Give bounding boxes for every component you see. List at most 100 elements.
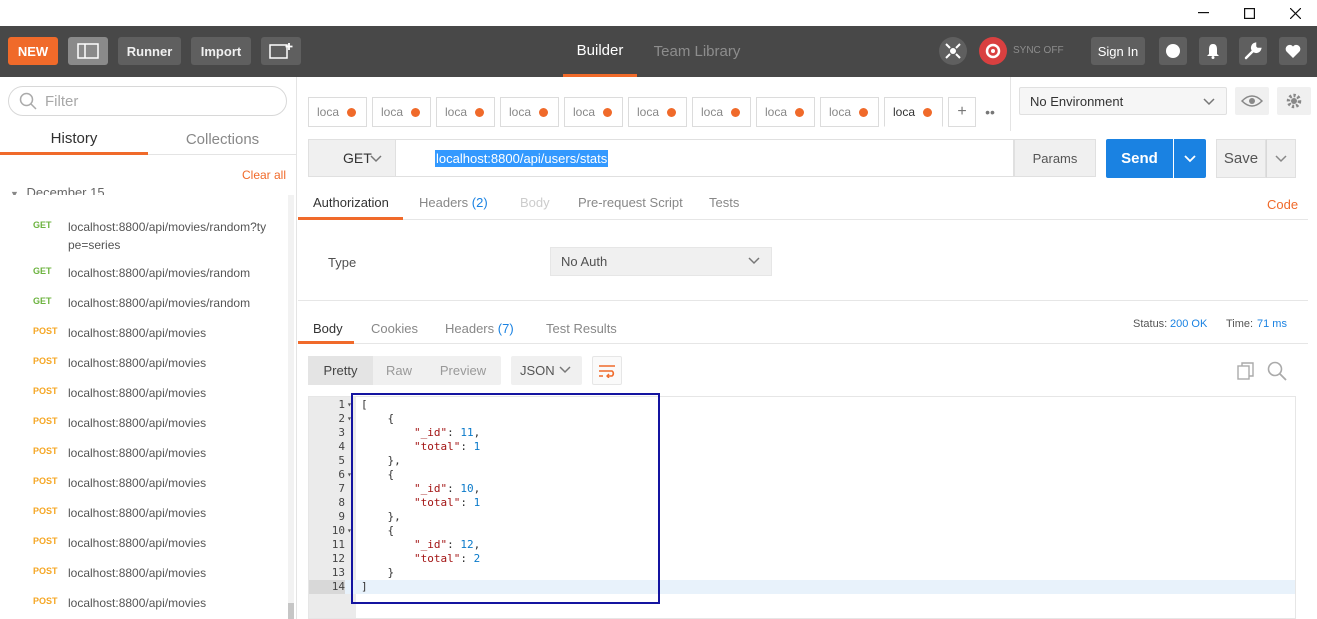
- import-button[interactable]: Import: [191, 37, 251, 65]
- chevron-down-icon: [559, 366, 571, 374]
- request-tab[interactable]: loca: [564, 97, 623, 127]
- request-tab[interactable]: loca: [500, 97, 559, 127]
- sync-button[interactable]: [979, 37, 1007, 65]
- list-item[interactable]: POST localhost:8800/api/movies: [0, 349, 290, 379]
- new-button[interactable]: NEW: [8, 37, 58, 65]
- list-item[interactable]: POST localhost:8800/api/movies: [0, 319, 290, 349]
- language-label: JSON: [520, 363, 555, 378]
- annotation-highlight-box: [351, 393, 660, 604]
- filter-input[interactable]: Filter: [8, 86, 287, 116]
- request-tab[interactable]: loca: [756, 97, 815, 127]
- toggle-sidebar-button[interactable]: [68, 37, 108, 65]
- clear-all-link[interactable]: Clear all: [242, 168, 286, 182]
- history-date-header[interactable]: ▼ December 15: [10, 185, 105, 195]
- save-button[interactable]: Save: [1216, 139, 1266, 178]
- list-item[interactable]: GET localhost:8800/api/movies/random: [0, 259, 290, 289]
- list-item[interactable]: POST localhost:8800/api/movies: [0, 379, 290, 409]
- wrap-lines-button[interactable]: [592, 356, 622, 385]
- list-item[interactable]: GET localhost:8800/api/movies/random: [0, 289, 290, 319]
- history-url-label: localhost:8800/api/movies/random: [68, 266, 251, 280]
- history-url-label: localhost:8800/api/movies/random?type=se…: [68, 220, 267, 252]
- list-item[interactable]: POST localhost:8800/api/movies: [0, 559, 290, 589]
- tab-prerequest-script[interactable]: Pre-request Script: [578, 195, 683, 210]
- tab-builder[interactable]: Builder: [563, 26, 637, 77]
- send-button[interactable]: Send: [1106, 139, 1173, 178]
- request-tab-label: loca: [509, 105, 532, 119]
- tab-authorization[interactable]: Authorization: [313, 195, 389, 210]
- subtabs-divider: [298, 219, 1308, 220]
- history-method-label: GET: [33, 266, 52, 276]
- tab-request-headers[interactable]: Headers (2): [419, 195, 488, 210]
- generate-code-link[interactable]: Code: [1267, 197, 1298, 212]
- request-tab[interactable]: loca: [884, 97, 943, 127]
- list-item[interactable]: GET localhost:8800/api/movies/random?type…: [0, 213, 290, 259]
- pretty-button[interactable]: Pretty: [308, 356, 373, 385]
- response-tabs-divider: [298, 343, 1308, 344]
- request-tab[interactable]: loca: [692, 97, 751, 127]
- favorites-button[interactable]: [1279, 37, 1307, 65]
- raw-button[interactable]: Raw: [373, 356, 425, 385]
- auth-type-select[interactable]: No Auth: [550, 247, 772, 276]
- request-tab[interactable]: loca: [436, 97, 495, 127]
- tab-body[interactable]: Body: [520, 195, 550, 210]
- preview-button[interactable]: Preview: [425, 356, 501, 385]
- tab-response-headers[interactable]: Headers (7): [445, 321, 514, 336]
- unsaved-dot-icon: [475, 108, 484, 117]
- request-tab-label: loca: [829, 105, 852, 119]
- list-item[interactable]: POST localhost:8800/api/movies: [0, 469, 290, 499]
- tab-team-library[interactable]: Team Library: [648, 26, 746, 77]
- list-item[interactable]: POST localhost:8800/api/movies: [0, 409, 290, 439]
- request-tab[interactable]: loca: [628, 97, 687, 127]
- active-subtab-indicator: [298, 217, 403, 220]
- sidebar-scrollbar-thumb[interactable]: [288, 603, 294, 619]
- tab-collections[interactable]: Collections: [148, 125, 296, 155]
- copy-icon[interactable]: [1237, 362, 1255, 380]
- new-window-button[interactable]: [261, 37, 301, 65]
- tab-cookies[interactable]: Cookies: [371, 321, 418, 336]
- request-tab[interactable]: loca: [308, 97, 367, 127]
- minimize-button[interactable]: [1180, 0, 1226, 26]
- tab-response-body[interactable]: Body: [313, 321, 343, 336]
- list-item[interactable]: POST localhost:8800/api/movies: [0, 499, 290, 529]
- settings-button[interactable]: [1239, 37, 1267, 65]
- heart-icon: [1285, 44, 1301, 58]
- more-tabs-button[interactable]: ••: [978, 97, 1002, 127]
- sidebar-scrollbar[interactable]: [288, 195, 294, 619]
- list-item[interactable]: POST localhost:8800/api/movies: [0, 589, 290, 619]
- chevron-down-icon: [370, 155, 382, 163]
- tab-test-results[interactable]: Test Results: [546, 321, 617, 336]
- list-item[interactable]: POST localhost:8800/api/movies: [0, 439, 290, 469]
- history-url-label: localhost:8800/api/movies/random: [68, 296, 251, 310]
- notifications-button[interactable]: [1199, 37, 1227, 65]
- wrench-icon: [1244, 42, 1262, 60]
- list-item[interactable]: POST localhost:8800/api/movies: [0, 529, 290, 559]
- request-tab[interactable]: loca: [372, 97, 431, 127]
- search-response-icon[interactable]: [1267, 361, 1287, 381]
- request-tab[interactable]: loca: [820, 97, 879, 127]
- line-number: 10: [331, 524, 345, 537]
- interceptor-button[interactable]: [939, 37, 967, 65]
- tab-tests[interactable]: Tests: [709, 195, 739, 210]
- plus-icon: +: [957, 103, 967, 120]
- sign-in-button[interactable]: Sign In: [1091, 37, 1145, 65]
- environment-quick-look-button[interactable]: [1235, 87, 1269, 115]
- save-options-button[interactable]: [1266, 139, 1296, 178]
- new-tab-button[interactable]: +: [948, 97, 976, 127]
- url-input[interactable]: localhost:8800/api/users/stats: [396, 139, 1014, 177]
- status-value[interactable]: 200 OK: [1170, 318, 1207, 330]
- runner-button[interactable]: Runner: [118, 37, 181, 65]
- manage-environments-button[interactable]: [1277, 87, 1311, 115]
- satellite-settings-button[interactable]: [1159, 37, 1187, 65]
- maximize-button[interactable]: [1226, 0, 1272, 26]
- history-method-label: POST: [33, 476, 58, 486]
- environment-select[interactable]: No Environment: [1019, 87, 1227, 115]
- history-method-label: POST: [33, 386, 58, 396]
- tab-history[interactable]: History: [0, 125, 148, 155]
- language-select[interactable]: JSON: [511, 356, 582, 385]
- close-window-button[interactable]: [1272, 0, 1317, 26]
- time-value[interactable]: 71 ms: [1257, 318, 1287, 330]
- method-select[interactable]: GET: [308, 139, 396, 177]
- params-button[interactable]: Params: [1014, 139, 1096, 177]
- send-options-button[interactable]: [1174, 139, 1206, 178]
- collapse-chevron-icon: ▼: [10, 189, 19, 195]
